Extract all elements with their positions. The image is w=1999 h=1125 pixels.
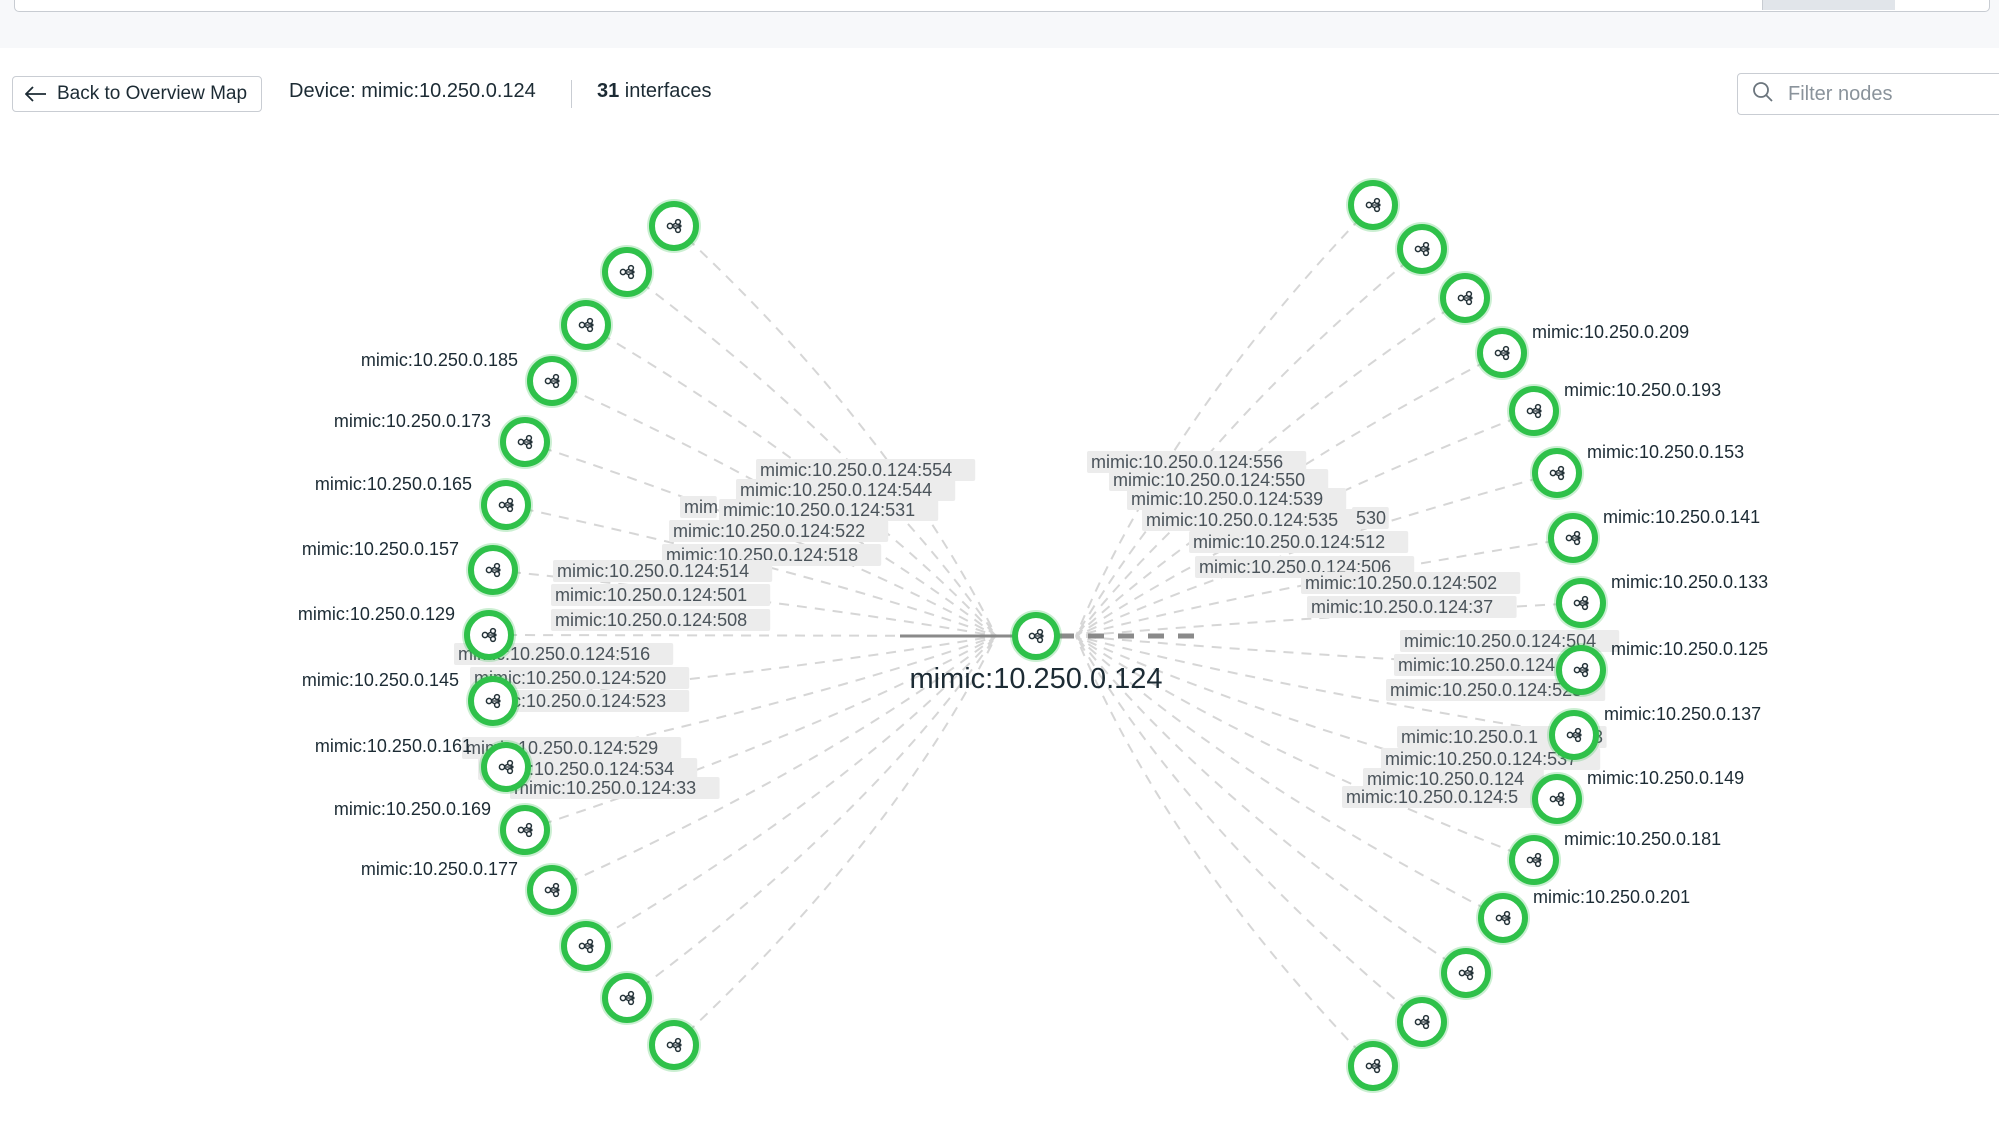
network-node[interactable]	[1530, 446, 1584, 500]
network-node[interactable]	[525, 863, 579, 917]
network-node[interactable]	[1554, 643, 1608, 697]
node-label: mimic:10.250.0.129	[298, 604, 455, 624]
node-label: mimic:10.250.0.157	[302, 539, 459, 559]
center-network-node[interactable]	[1010, 610, 1062, 662]
network-node[interactable]	[498, 415, 552, 469]
network-node[interactable]	[600, 971, 654, 1025]
edge-label: mimic:10.250.0.124:531	[723, 500, 915, 520]
node-label: mimic:10.250.0.153	[1587, 442, 1744, 462]
network-node[interactable]	[466, 543, 520, 597]
edge-line	[673, 635, 997, 1046]
network-node[interactable]	[1507, 833, 1561, 887]
edge-label: mimic:10.250.0.124:539	[1131, 489, 1323, 509]
network-node[interactable]	[1439, 946, 1493, 1000]
node-label: mimic:10.250.0.125	[1611, 639, 1768, 659]
topology-graph: mimic:10.250.0.124:554mimic:10.250.0.124…	[298, 178, 1768, 1093]
network-node[interactable]	[479, 478, 533, 532]
edge-label: mimic:10.250.0.124:502	[1305, 573, 1497, 593]
network-node[interactable]	[1438, 271, 1492, 325]
network-node[interactable]	[647, 1018, 701, 1072]
edge-label: mimic:10.250.0.124	[1398, 655, 1555, 675]
node-label: mimic:10.250.0.169	[334, 799, 491, 819]
edge-label: mimic:10.250.0.124:537	[1385, 749, 1577, 769]
node-label: mimic:10.250.0.145	[302, 670, 459, 690]
network-node[interactable]	[462, 608, 516, 662]
network-node[interactable]	[600, 245, 654, 299]
network-node[interactable]	[1346, 178, 1400, 232]
edge-label: mimic:10.250.0.124:550	[1113, 470, 1305, 490]
node-label: mimic:10.250.0.137	[1604, 704, 1761, 724]
node-label: mimic:10.250.0.165	[315, 474, 472, 494]
network-node[interactable]	[1476, 891, 1530, 945]
edge-label: mimic:10.250.0.124:5	[1346, 787, 1518, 807]
edge-label: mimic:10.250.0.1	[1401, 727, 1538, 747]
node-label: mimic:10.250.0.193	[1564, 380, 1721, 400]
edge-label: mimic:10.250.0.124:37	[1311, 597, 1493, 617]
center-node-label: mimic:10.250.0.124	[909, 663, 1162, 695]
network-node[interactable]	[559, 298, 613, 352]
network-node[interactable]	[498, 803, 552, 857]
node-label: mimic:10.250.0.177	[361, 859, 518, 879]
node-label: mimic:10.250.0.181	[1564, 829, 1721, 849]
node-label: mimic:10.250.0.149	[1587, 768, 1744, 788]
edge-label: mimic:10.250.0.124:512	[1193, 532, 1385, 552]
edge-label: mimic:10.250.0.124:544	[740, 480, 932, 500]
edge-label: mimic:10.250.0.124:535	[1146, 510, 1338, 530]
network-node[interactable]	[1507, 384, 1561, 438]
network-node[interactable]	[1475, 326, 1529, 380]
node-label: mimic:10.250.0.161	[315, 736, 472, 756]
network-node[interactable]	[466, 674, 520, 728]
network-node[interactable]	[1547, 708, 1601, 762]
edge-label: mimic:10.250.0.124:554	[760, 460, 952, 480]
network-node[interactable]	[525, 354, 579, 408]
network-node[interactable]	[1395, 222, 1449, 276]
edge-line	[1075, 635, 1374, 1067]
edge-label: mimic:10.250.0.124:508	[555, 610, 747, 630]
network-node[interactable]	[1346, 1039, 1400, 1093]
network-node[interactable]	[1546, 511, 1600, 565]
node-label: mimic:10.250.0.173	[334, 411, 491, 431]
node-label: mimic:10.250.0.133	[1611, 572, 1768, 592]
network-node[interactable]	[1554, 576, 1608, 630]
node-label: mimic:10.250.0.201	[1533, 887, 1690, 907]
edge-label: mimic:10.250.0.124:501	[555, 585, 747, 605]
network-node[interactable]	[647, 199, 701, 253]
network-node[interactable]	[559, 919, 613, 973]
network-node[interactable]	[1530, 772, 1584, 826]
edge-label: mim	[684, 497, 718, 517]
node-label: mimic:10.250.0.209	[1532, 322, 1689, 342]
network-node[interactable]	[479, 740, 533, 794]
edge-label: mimic:10.250.0.124:33	[514, 778, 696, 798]
edge-label: mimic:10.250.0.124:525	[1390, 680, 1582, 700]
node-label: mimic:10.250.0.141	[1603, 507, 1760, 527]
node-label: mimic:10.250.0.185	[361, 350, 518, 370]
edge-label: 530	[1356, 508, 1386, 528]
edge-label: mimic:10.250.0.124:522	[673, 521, 865, 541]
network-node[interactable]	[1395, 995, 1449, 1049]
edge-label: mimic:10.250.0.124:514	[557, 561, 749, 581]
